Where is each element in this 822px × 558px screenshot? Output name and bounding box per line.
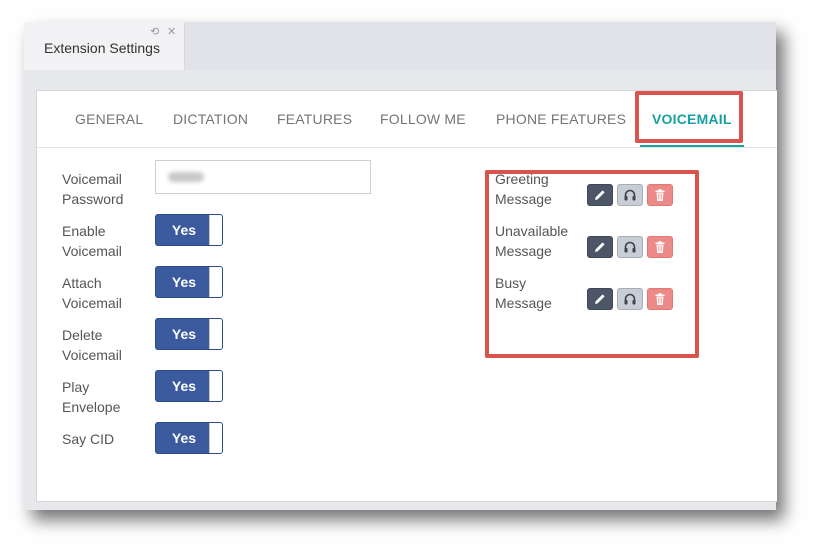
voicemail-tab-highlight [635,91,743,143]
toggle-value: Yes [171,378,197,394]
refresh-icon[interactable]: ⟲ [150,26,159,38]
headphones-icon [624,189,636,201]
pencil-icon [595,294,605,304]
busy-listen-button[interactable] [617,288,643,310]
greeting-delete-button[interactable] [647,184,673,206]
busy-message-label: Busy Message [495,273,552,313]
busy-delete-button[interactable] [647,288,673,310]
enable-voicemail-label: Enable Voicemail [62,221,122,261]
toggle-value: Yes [171,274,197,290]
headphones-icon [624,293,636,305]
tab-dictation[interactable]: DICTATION [173,111,248,127]
toggle-value: Yes [171,430,197,446]
tab-features[interactable]: FEATURES [277,111,352,127]
headphones-icon [624,241,636,253]
pencil-icon [595,242,605,252]
label-line: Envelope [62,399,121,415]
delete-voicemail-toggle[interactable]: Yes [155,318,223,350]
toggle-value: Yes [171,326,197,342]
active-tab-indicator [640,145,744,147]
play-envelope-label: Play Envelope [62,377,120,417]
label-line: Greeting [495,171,549,187]
extension-settings-window: Extension Settings ⟲ ✕ GENERAL DICTATION… [24,22,777,510]
window-tab-title: Extension Settings [44,40,160,56]
toggle-knob [209,215,222,245]
unavailable-edit-button[interactable] [587,236,613,258]
label-line: Password [62,191,124,207]
toggle-knob [209,371,222,401]
label-line: Enable [62,223,106,239]
window-tab-bar: Extension Settings ⟲ ✕ [24,22,776,70]
close-icon[interactable]: ✕ [167,26,176,38]
label-line: Voicemail [62,243,122,259]
tab-general[interactable]: GENERAL [75,111,143,127]
toggle-knob [209,267,222,297]
greeting-listen-button[interactable] [617,184,643,206]
voicemail-password-label: Voicemail Password [62,169,123,209]
label-line: Voicemail [62,347,122,363]
label-line: Attach [62,275,102,291]
pencil-icon [595,190,605,200]
obscured-password-value [168,172,204,182]
greeting-message-label: Greeting Message [495,169,552,209]
label-line: Play [62,379,90,395]
say-cid-label: Say CID [62,431,115,447]
voicemail-password-input[interactable] [155,160,371,194]
trash-icon [655,189,665,201]
greeting-edit-button[interactable] [587,184,613,206]
tab-phone-features[interactable]: PHONE FEATURES [496,111,626,127]
delete-voicemail-label: Delete Voicemail [62,325,122,365]
toggle-knob [209,319,222,349]
label-line: Unavailable [495,223,569,239]
label-line: Voicemail [62,295,122,311]
say-cid-toggle[interactable]: Yes [155,422,223,454]
label-line: Message [495,295,552,311]
tab-follow-me[interactable]: FOLLOW ME [380,111,466,127]
label-line: Busy [495,275,527,291]
play-envelope-toggle[interactable]: Yes [155,370,223,402]
enable-voicemail-toggle[interactable]: Yes [155,214,223,246]
trash-icon [655,241,665,253]
unavailable-delete-button[interactable] [647,236,673,258]
trash-icon [655,293,665,305]
toggle-value: Yes [171,222,197,238]
toggle-knob [209,423,222,453]
label-line: Message [495,191,552,207]
attach-voicemail-toggle[interactable]: Yes [155,266,223,298]
label-line: Voicemail [62,171,122,187]
window-tab-extension-settings[interactable]: Extension Settings ⟲ ✕ [24,22,185,70]
attach-voicemail-label: Attach Voicemail [62,273,122,313]
settings-panel: GENERAL DICTATION FEATURES FOLLOW ME PHO… [36,90,777,502]
label-line: Delete [62,327,103,343]
busy-edit-button[interactable] [587,288,613,310]
label-line: Message [495,243,552,259]
unavailable-message-label: Unavailable Message [495,221,568,261]
unavailable-listen-button[interactable] [617,236,643,258]
